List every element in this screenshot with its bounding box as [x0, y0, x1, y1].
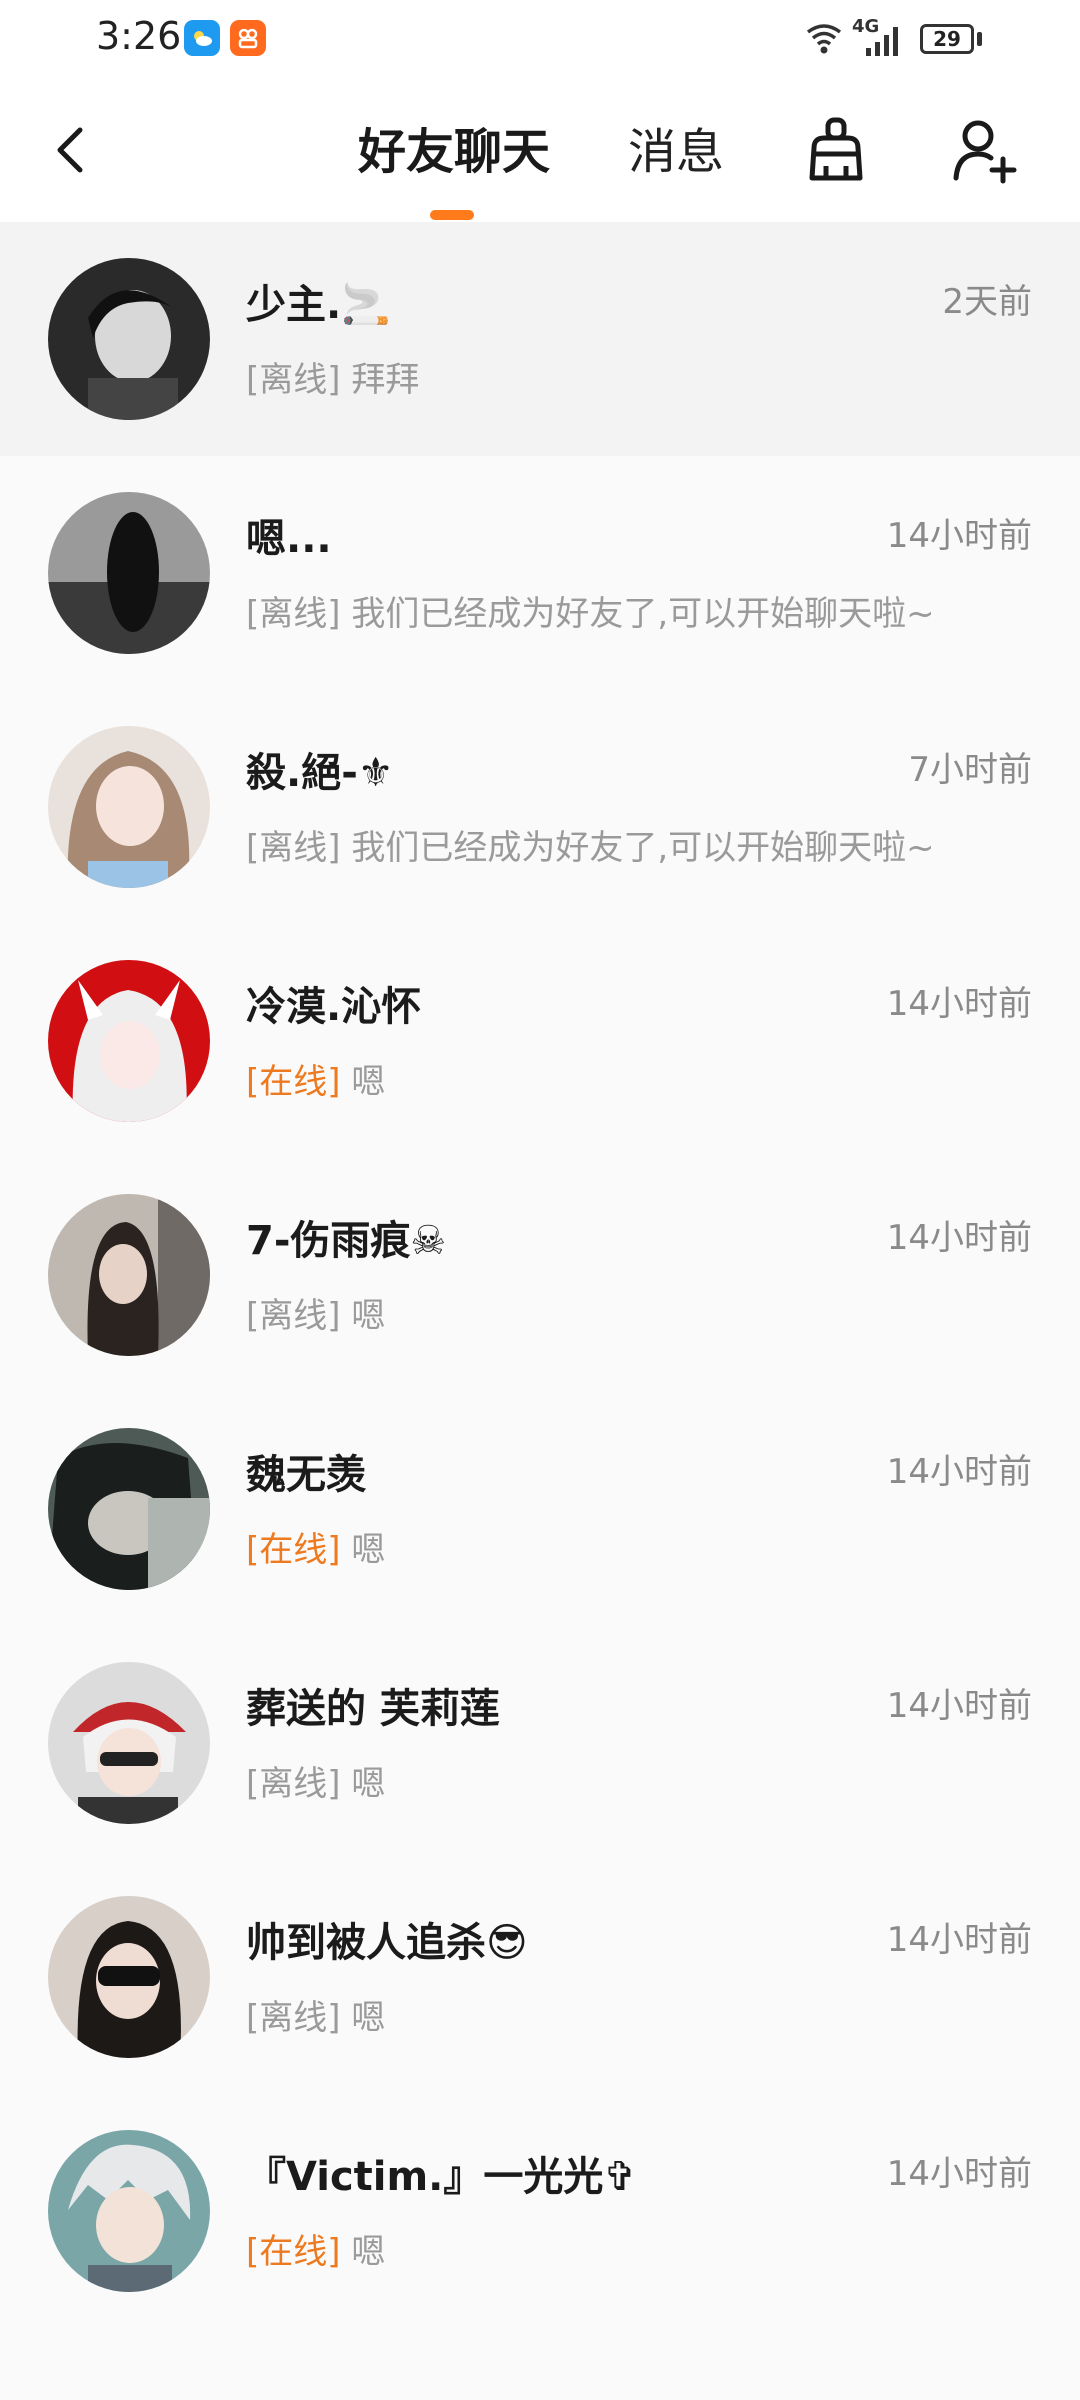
last-message-preview: [离线] 嗯	[246, 1288, 385, 1337]
last-message-time: 14小时前	[886, 2154, 1032, 2194]
contact-name: 葬送的 芙莉莲	[246, 1686, 500, 1732]
contact-name: 殺.絕-⚜	[246, 750, 394, 796]
message-text: 嗯	[351, 1998, 386, 2038]
active-tab-indicator	[430, 210, 474, 220]
avatar	[48, 1194, 210, 1356]
message-text: 嗯	[351, 1296, 386, 1336]
message-text: 我们已经成为好友了,可以开始聊天啦~	[351, 828, 935, 868]
status-badge: [离线]	[246, 594, 341, 634]
chat-row[interactable]: 7-伤雨痕☠ 14小时前 [离线] 嗯	[0, 1158, 1080, 1392]
contact-name: 7-伤雨痕☠	[246, 1218, 447, 1264]
status-badge: [离线]	[246, 1998, 341, 2038]
avatar	[48, 1428, 210, 1590]
status-badge: [离线]	[246, 360, 341, 400]
broom-icon	[809, 117, 863, 181]
avatar	[48, 1896, 210, 2058]
weather-notification-icon	[184, 20, 220, 56]
last-message-preview: [离线] 我们已经成为好友了,可以开始聊天啦~	[246, 586, 935, 635]
tab-messages[interactable]: 消息	[628, 122, 724, 182]
avatar	[48, 726, 210, 888]
chat-row[interactable]: 帅到被人追杀😎 14小时前 [离线] 嗯	[0, 1860, 1080, 2094]
chat-row[interactable]: 殺.絕-⚜ 7小时前 [离线] 我们已经成为好友了,可以开始聊天啦~	[0, 690, 1080, 924]
avatar	[48, 1662, 210, 1824]
clear-button[interactable]	[800, 114, 872, 186]
chevron-left-icon	[57, 127, 83, 173]
avatar	[48, 258, 210, 420]
chat-row[interactable]: 冷漠.沁怀 14小时前 [在线] 嗯	[0, 924, 1080, 1158]
chat-row[interactable]: 葬送的 芙莉莲 14小时前 [离线] 嗯	[0, 1626, 1080, 1860]
battery-tip	[977, 32, 982, 46]
message-text: 嗯	[351, 1764, 386, 1804]
chat-row[interactable]: 『Victim.』一光光✞ 14小时前 [在线] 嗯	[0, 2094, 1080, 2328]
avatar	[48, 960, 210, 1122]
status-badge: [离线]	[246, 1764, 341, 1804]
message-text: 嗯	[351, 2232, 386, 2272]
contact-name: 『Victim.』一光光✞	[246, 2154, 637, 2200]
status-badge: [离线]	[246, 828, 341, 868]
message-text: 嗯	[351, 1062, 386, 1102]
avatar	[48, 2130, 210, 2292]
battery-indicator: 29	[920, 24, 974, 54]
chat-row[interactable]: 少主.🚬 2天前 [离线] 拜拜	[0, 222, 1080, 456]
last-message-time: 14小时前	[886, 1218, 1032, 1258]
last-message-preview: [在线] 嗯	[246, 2224, 385, 2273]
last-message-preview: [离线] 嗯	[246, 1756, 385, 1805]
status-time: 3:26	[96, 14, 182, 58]
last-message-time: 14小时前	[886, 1686, 1032, 1726]
last-message-preview: [离线] 我们已经成为好友了,可以开始聊天啦~	[246, 820, 935, 869]
wifi-icon	[806, 24, 842, 54]
status-bar: 3:26 4G 29	[0, 0, 1080, 80]
signal-icon	[866, 27, 898, 56]
contact-name: 帅到被人追杀😎	[246, 1920, 528, 1966]
chat-row[interactable]: 嗯... 14小时前 [离线] 我们已经成为好友了,可以开始聊天啦~	[0, 456, 1080, 690]
last-message-time: 14小时前	[886, 1452, 1032, 1492]
last-message-preview: [离线] 嗯	[246, 1990, 385, 2039]
contact-name: 冷漠.沁怀	[246, 984, 422, 1030]
last-message-time: 14小时前	[886, 984, 1032, 1024]
contact-name: 少主.🚬	[246, 282, 391, 328]
last-message-time: 14小时前	[886, 1920, 1032, 1960]
status-badge: [在线]	[246, 1062, 341, 1102]
add-friend-button[interactable]	[948, 114, 1020, 186]
app-notification-icon	[230, 20, 266, 56]
status-badge: [离线]	[246, 1296, 341, 1336]
status-badge: [在线]	[246, 2232, 341, 2272]
chat-list: 少主.🚬 2天前 [离线] 拜拜 嗯... 14小时前 [离线] 我们已经成为好…	[0, 222, 1080, 2328]
message-text: 嗯	[351, 1530, 386, 1570]
message-text: 我们已经成为好友了,可以开始聊天啦~	[351, 594, 935, 634]
last-message-preview: [在线] 嗯	[246, 1522, 385, 1571]
contact-name: 魏无羡	[246, 1452, 366, 1498]
last-message-time: 7小时前	[908, 750, 1032, 790]
tab-friend-chat[interactable]: 好友聊天	[358, 122, 550, 182]
last-message-time: 14小时前	[886, 516, 1032, 556]
last-message-time: 2天前	[942, 282, 1032, 322]
last-message-preview: [离线] 拜拜	[246, 352, 419, 401]
top-navigation: 好友聊天 消息	[0, 80, 1080, 222]
add-user-icon	[953, 120, 1017, 184]
status-badge: [在线]	[246, 1530, 341, 1570]
contact-name: 嗯...	[246, 516, 332, 562]
chat-row[interactable]: 魏无羡 14小时前 [在线] 嗯	[0, 1392, 1080, 1626]
message-text: 拜拜	[351, 360, 420, 400]
last-message-preview: [在线] 嗯	[246, 1054, 385, 1103]
avatar	[48, 492, 210, 654]
back-button[interactable]	[44, 118, 100, 182]
